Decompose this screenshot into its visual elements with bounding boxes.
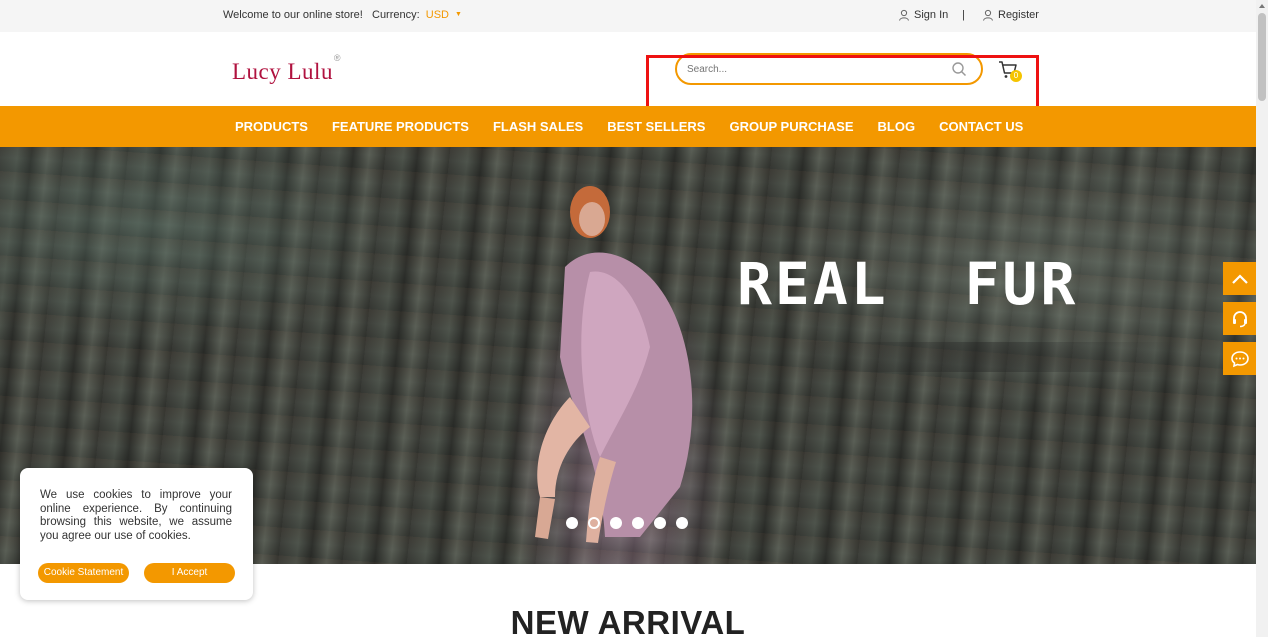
nav-item-best-sellers[interactable]: BEST SELLERS [595, 119, 717, 134]
logo-text[interactable]: Lucy Lulu [232, 59, 333, 84]
banner-subline-shade [790, 342, 1180, 372]
welcome-text: Welcome to our online store! [223, 9, 363, 21]
cookie-statement-button[interactable]: Cookie Statement [38, 563, 129, 583]
customer-service-button[interactable] [1223, 302, 1256, 335]
page-scrollbar[interactable] [1256, 0, 1268, 637]
nav-item-group-purchase[interactable]: GROUP PURCHASE [717, 119, 865, 134]
topbar-separator: | [962, 9, 965, 21]
nav-item-contact-us[interactable]: CONTACT US [927, 119, 1035, 134]
caret-down-icon[interactable]: ▼ [455, 11, 462, 18]
carousel-dot[interactable] [610, 517, 622, 529]
user-icon [899, 9, 909, 21]
site-logo[interactable]: Lucy Lulu ® [232, 53, 340, 85]
nav-item-products[interactable]: PRODUCTS [223, 119, 320, 134]
carousel-dot[interactable] [566, 517, 578, 529]
chevron-up-icon [1231, 273, 1248, 284]
nav-item-feature-products[interactable]: FEATURE PRODUCTS [320, 119, 481, 134]
nav-item-flash-sales[interactable]: FLASH SALES [481, 119, 595, 134]
currency-selector[interactable]: Currency: USD ▼ [372, 9, 462, 21]
back-to-top-button[interactable] [1223, 262, 1256, 295]
sign-in-label[interactable]: Sign In [914, 9, 948, 21]
carousel-dot[interactable] [654, 517, 666, 529]
carousel-dot-active[interactable] [588, 517, 600, 529]
nav-item-blog[interactable]: BLOG [866, 119, 928, 134]
banner-headline: REAL FUR [737, 250, 1079, 318]
currency-label: Currency: [372, 9, 420, 21]
sign-in-link[interactable]: Sign In [898, 9, 948, 21]
top-bar: Welcome to our online store! Currency: U… [0, 0, 1256, 32]
cookie-consent-popup: We use cookies to improve your online ex… [20, 468, 253, 600]
scroll-up-arrow-icon[interactable] [1259, 4, 1265, 8]
model-in-fur-coat-image [535, 186, 693, 543]
carousel-dot[interactable] [676, 517, 688, 529]
headset-icon [1232, 310, 1247, 327]
user-icon [983, 9, 993, 21]
currency-value[interactable]: USD [426, 9, 449, 21]
accept-cookies-button[interactable]: I Accept [144, 563, 235, 583]
chat-button[interactable] [1223, 342, 1256, 375]
main-nav: PRODUCTS FEATURE PRODUCTS FLASH SALES BE… [0, 106, 1256, 147]
site-header: Lucy Lulu ® 0 [0, 32, 1256, 143]
register-label[interactable]: Register [998, 9, 1039, 21]
scrollbar-thumb[interactable] [1258, 13, 1266, 101]
cookie-message: We use cookies to improve your online ex… [40, 489, 232, 542]
register-link[interactable]: Register [982, 9, 1039, 21]
logo-registered-mark: ® [333, 53, 341, 63]
chat-icon [1230, 350, 1249, 367]
carousel-dot[interactable] [632, 517, 644, 529]
new-arrival-heading: NEW ARRIVAL [510, 604, 746, 641]
carousel-dots [566, 517, 688, 529]
